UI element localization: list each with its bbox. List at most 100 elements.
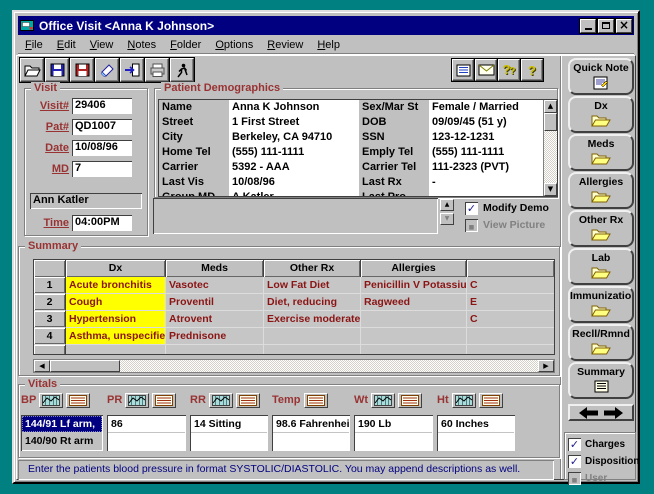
graph-button[interactable] <box>452 393 476 408</box>
toolbar-save-as-button[interactable] <box>70 58 94 82</box>
graph-button[interactable] <box>209 393 233 408</box>
menu-item[interactable]: Folder <box>163 38 208 51</box>
column-header[interactable]: Allergies <box>361 260 467 277</box>
sidebar-button[interactable]: Lab <box>568 248 634 285</box>
time-input[interactable]: 04:00PM <box>72 215 132 231</box>
menu-item[interactable]: File <box>18 38 50 51</box>
other-rx-cell[interactable] <box>264 328 361 345</box>
vital-value[interactable]: 98.6 Fahrenheit <box>273 416 349 432</box>
other-rx-cell[interactable]: Exercise moderately <box>264 311 361 328</box>
vital-input[interactable]: 86 <box>107 415 186 451</box>
sidebar-button[interactable]: Allergies <box>568 172 634 209</box>
maximize-button[interactable] <box>598 19 614 33</box>
extra-cell[interactable]: C <box>467 311 554 328</box>
graph-button[interactable] <box>371 393 395 408</box>
visit-field-input[interactable]: 10/08/96 <box>72 140 132 156</box>
hscroll-thumb[interactable] <box>50 360 120 372</box>
visit-field-label[interactable]: MD <box>25 161 69 177</box>
extra-cell[interactable]: E <box>467 294 554 311</box>
other-rx-cell[interactable]: Diet, reducing <box>264 294 361 311</box>
toolbar-help-search-button[interactable]: ?? <box>498 59 520 81</box>
spinner-up-button[interactable]: ▲ <box>440 199 454 211</box>
checkbox[interactable] <box>465 219 478 232</box>
graph-button[interactable] <box>39 393 63 408</box>
toolbar-open-button[interactable] <box>20 58 44 82</box>
toolbar-mail-button[interactable] <box>475 59 497 81</box>
visit-field-input[interactable]: QD1007 <box>72 119 132 135</box>
vital-value[interactable]: 60 Inches <box>438 416 514 432</box>
column-header[interactable]: Dx <box>66 260 166 277</box>
summary-hscrollbar[interactable]: ◀ ▶ <box>33 359 555 373</box>
sidebar-button[interactable]: Immunization <box>568 286 634 323</box>
minimize-button[interactable] <box>580 19 596 33</box>
vital-value-2[interactable] <box>438 432 514 449</box>
row-number-cell[interactable]: 3 <box>34 311 66 328</box>
menu-item[interactable]: Help <box>310 38 347 51</box>
list-button[interactable] <box>236 393 260 408</box>
allergies-cell[interactable] <box>361 328 467 345</box>
visit-field-label[interactable]: Date <box>25 140 69 156</box>
column-header[interactable]: Meds <box>166 260 264 277</box>
checkbox[interactable] <box>568 438 581 451</box>
dx-cell[interactable]: Acute bronchitis <box>66 277 166 294</box>
sidebar-button[interactable]: Summary <box>568 362 634 399</box>
sidebar-button[interactable]: Recll/Rmnd <box>568 324 634 361</box>
dx-cell[interactable]: Cough <box>66 294 166 311</box>
scroll-right-button[interactable]: ▶ <box>538 360 554 372</box>
dx-cell[interactable]: Asthma, unspecified <box>66 328 166 345</box>
vital-value[interactable]: 190 Lb <box>355 416 432 432</box>
menu-item[interactable]: Notes <box>120 38 163 51</box>
vital-input[interactable]: 98.6 Fahrenheit <box>272 415 350 451</box>
vital-input[interactable]: 144/91 Lf arm, 140/90 Rt arm <box>21 415 103 451</box>
sidebar-button[interactable]: Meds <box>568 134 634 171</box>
extra-cell[interactable] <box>467 328 554 345</box>
allergies-cell[interactable]: Ragweed <box>361 294 467 311</box>
sidebar-button[interactable]: Other Rx <box>568 210 634 247</box>
extra-cell[interactable]: C <box>467 277 554 294</box>
vital-value-2[interactable] <box>273 432 349 449</box>
toolbar-save-button[interactable] <box>45 58 69 82</box>
column-header[interactable] <box>34 260 66 277</box>
scroll-thumb[interactable] <box>544 113 557 131</box>
vital-value[interactable]: 14 Sitting <box>191 416 267 432</box>
vital-input[interactable]: 190 Lb <box>354 415 433 451</box>
hscroll-track[interactable] <box>120 360 538 372</box>
menu-item[interactable]: Options <box>208 38 260 51</box>
prev-next-button[interactable] <box>568 404 634 421</box>
meds-cell[interactable]: Prednisone <box>166 328 264 345</box>
graph-button[interactable] <box>125 393 149 408</box>
toolbar-wipe-button[interactable] <box>95 58 119 82</box>
scroll-track[interactable] <box>544 131 557 183</box>
demographics-note-box[interactable] <box>153 198 438 234</box>
column-header[interactable] <box>467 260 554 277</box>
checkbox[interactable] <box>568 472 581 485</box>
vital-value-2[interactable] <box>108 432 185 449</box>
visit-field-label[interactable]: Visit# <box>25 98 69 114</box>
toolbar-import-button[interactable] <box>120 58 144 82</box>
scroll-up-button[interactable]: ▲ <box>544 100 557 113</box>
row-number-cell[interactable]: 4 <box>34 328 66 345</box>
sidebar-button[interactable]: Quick Note <box>568 58 634 95</box>
checkbox[interactable] <box>465 202 478 215</box>
vital-value-2[interactable]: 140/90 Rt arm <box>22 432 102 449</box>
vital-input[interactable]: 60 Inches <box>437 415 515 451</box>
scroll-down-button[interactable]: ▼ <box>544 183 557 196</box>
menu-item[interactable]: Edit <box>50 38 83 51</box>
list-button[interactable] <box>304 393 328 408</box>
menu-item[interactable]: View <box>83 38 121 51</box>
other-rx-cell[interactable]: Low Fat Diet <box>264 277 361 294</box>
list-button[interactable] <box>152 393 176 408</box>
demographics-scrollbar[interactable]: ▲ ▼ <box>543 100 557 196</box>
list-button[interactable] <box>398 393 422 408</box>
allergies-cell[interactable] <box>361 311 467 328</box>
meds-cell[interactable]: Vasotec <box>166 277 264 294</box>
toolbar-run-button[interactable] <box>170 58 194 82</box>
meds-cell[interactable]: Proventil <box>166 294 264 311</box>
spinner-down-button[interactable]: ▼ <box>440 213 454 225</box>
vital-value[interactable]: 86 <box>108 416 185 432</box>
toolbar-help-button[interactable]: ? <box>521 59 543 81</box>
sidebar-button[interactable]: Dx <box>568 96 634 133</box>
meds-cell[interactable]: Atrovent <box>166 311 264 328</box>
dx-cell[interactable]: Hypertension <box>66 311 166 328</box>
allergies-cell[interactable]: Penicillin V Potassium <box>361 277 467 294</box>
